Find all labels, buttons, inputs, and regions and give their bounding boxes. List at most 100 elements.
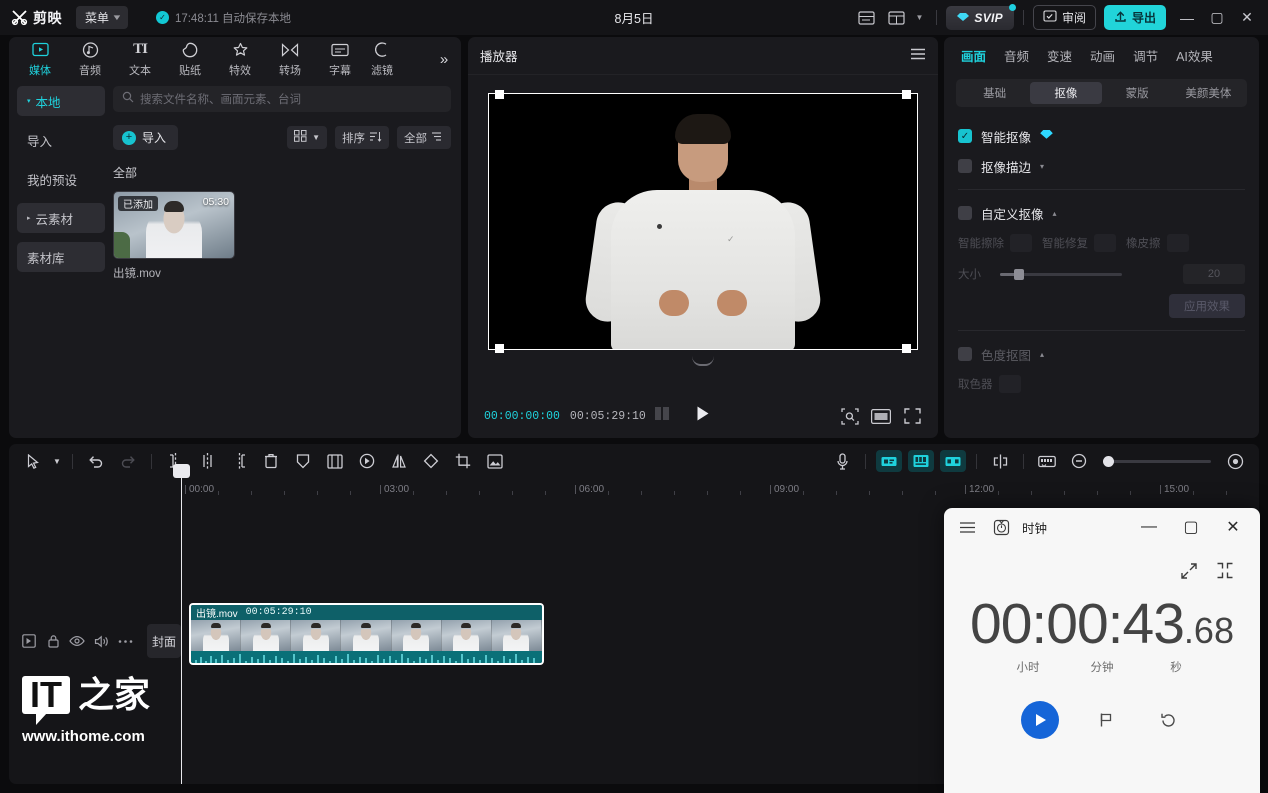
auto-cut-icon[interactable] [940, 450, 966, 472]
apply-effect-button[interactable]: 应用效果 [1169, 294, 1245, 318]
resize-handle-bottom-right[interactable] [902, 344, 911, 353]
more-tabs-button[interactable]: » [433, 49, 455, 69]
eye-icon[interactable] [65, 630, 89, 652]
svip-button[interactable]: SVIP [946, 6, 1014, 30]
search-input[interactable]: 搜索文件名称、画面元素、台词 [113, 86, 451, 112]
export-button[interactable]: 导出 [1104, 5, 1166, 30]
resize-handle-top-left[interactable] [495, 90, 504, 99]
layout-chevron-icon[interactable]: ▼ [911, 5, 927, 31]
zoom-in-icon[interactable] [1219, 446, 1251, 476]
import-button[interactable]: + 导入 [113, 125, 178, 150]
crop-frame-icon[interactable] [319, 446, 351, 476]
tool-smart-erase[interactable]: 智能擦除 [958, 234, 1032, 252]
tab-sticker[interactable]: 贴纸 [165, 38, 215, 80]
checkbox-unchecked-icon[interactable] [958, 347, 972, 361]
clock-close-button[interactable]: ✕ [1212, 511, 1254, 543]
layout-panel-icon[interactable] [851, 5, 881, 31]
play-button[interactable] [696, 405, 711, 427]
hamburger-menu-icon[interactable] [950, 512, 984, 542]
tab-adjust[interactable]: 调节 [1124, 38, 1167, 72]
rotate-icon[interactable] [415, 446, 447, 476]
keyframe-icon[interactable] [351, 446, 383, 476]
track-mode-icon[interactable] [17, 630, 41, 652]
sidebar-item-library[interactable]: 素材库 [17, 242, 105, 272]
color-picker[interactable]: 取色器 [958, 375, 1021, 393]
chevron-up-icon[interactable]: ▴ [1040, 350, 1044, 359]
chevron-down-icon[interactable]: ▾ [1040, 162, 1044, 171]
minimize-button[interactable]: — [1172, 4, 1202, 32]
tool-smart-repair[interactable]: 智能修复 [1042, 234, 1116, 252]
tab-effects[interactable]: 特效 [215, 38, 265, 80]
player-menu-icon[interactable] [910, 47, 926, 65]
compact-view-icon[interactable] [1216, 562, 1234, 585]
slider-handle[interactable] [1014, 269, 1024, 280]
mask-icon[interactable] [287, 446, 319, 476]
stopwatch-play-button[interactable] [1021, 701, 1059, 739]
clock-maximize-button[interactable]: ▢ [1170, 511, 1212, 543]
grid-view-button[interactable]: ▼ [287, 126, 327, 149]
stopwatch-lap-button[interactable] [1091, 705, 1121, 735]
sidebar-item-cloud[interactable]: ▸ 云素材 [17, 203, 105, 233]
subtab-basic[interactable]: 基础 [959, 82, 1030, 104]
close-button[interactable]: ✕ [1232, 4, 1262, 32]
expand-icon[interactable] [1180, 562, 1198, 585]
tab-filter[interactable]: 滤镜 [365, 38, 399, 80]
split-icon[interactable] [191, 446, 223, 476]
tool-eraser[interactable]: 橡皮擦 [1126, 234, 1189, 252]
zoom-slider-handle[interactable] [1103, 456, 1114, 467]
volume-icon[interactable] [89, 630, 113, 652]
more-icon[interactable] [113, 630, 137, 652]
subtab-beauty[interactable]: 美颜美体 [1173, 82, 1244, 104]
tab-ai-effects[interactable]: AI效果 [1167, 38, 1222, 72]
media-item[interactable]: 已添加 05:30 出镜.mov [113, 191, 235, 281]
option-smart-matting[interactable]: ✓ 智能抠像 [958, 121, 1245, 151]
tab-audio[interactable]: 音频 [65, 38, 115, 80]
checkbox-unchecked-icon[interactable] [958, 206, 972, 220]
filter-button[interactable]: 全部 [397, 126, 451, 149]
timeline-ruler[interactable]: 00:00 03:00 06:00 09:00 12:00 15:00 [181, 478, 1259, 504]
option-custom-matting[interactable]: 自定义抠像 ▴ [958, 198, 1245, 228]
tab-animation[interactable]: 动画 [1081, 38, 1124, 72]
sidebar-item-presets[interactable]: 我的预设 [17, 164, 105, 194]
delete-icon[interactable] [255, 446, 287, 476]
media-thumbnail[interactable]: 已添加 05:30 [113, 191, 235, 259]
cover-button[interactable]: 封面 [147, 624, 181, 658]
sidebar-item-import[interactable]: 导入 [17, 125, 105, 155]
playhead-handle[interactable] [173, 464, 190, 478]
subtab-mask[interactable]: 蒙版 [1102, 82, 1173, 104]
timecode-frames-icon[interactable] [655, 407, 671, 425]
caret-down-icon[interactable]: ▼ [49, 446, 65, 476]
preview-quality-icon[interactable] [840, 406, 860, 426]
option-matting-stroke[interactable]: 抠像描边 ▾ [958, 151, 1245, 181]
mirror-icon[interactable] [383, 446, 415, 476]
stopwatch-reset-button[interactable] [1153, 705, 1183, 735]
zoom-slider[interactable] [1103, 460, 1211, 463]
tab-subtitle[interactable]: 字幕 [315, 38, 365, 80]
layout-split-icon[interactable] [881, 5, 911, 31]
review-button[interactable]: 审阅 [1033, 5, 1096, 30]
undo-icon[interactable] [80, 446, 112, 476]
timeline-clip[interactable]: 出镜.mov 00:05:29:10 [189, 603, 544, 665]
menu-button[interactable]: 菜单 ▼ [76, 6, 128, 29]
tab-audio[interactable]: 音频 [995, 38, 1038, 72]
maximize-button[interactable]: ▢ [1202, 4, 1232, 32]
mic-icon[interactable] [826, 446, 858, 476]
lock-icon[interactable] [41, 630, 65, 652]
checkbox-checked-icon[interactable]: ✓ [958, 129, 972, 143]
tab-speed[interactable]: 变速 [1038, 38, 1081, 72]
select-icon[interactable] [17, 446, 49, 476]
tab-picture[interactable]: 画面 [952, 38, 995, 72]
aspect-ratio-icon[interactable] [871, 406, 891, 426]
tab-text[interactable]: TI 文本 [115, 38, 165, 80]
zoom-out-icon[interactable] [1063, 446, 1095, 476]
tab-media[interactable]: 媒体 [15, 38, 65, 80]
resize-handle-bottom-left[interactable] [495, 344, 504, 353]
tab-transition[interactable]: 转场 [265, 38, 315, 80]
link-icon[interactable] [984, 446, 1016, 476]
sidebar-item-local[interactable]: ▾ 本地 [17, 86, 105, 116]
chevron-up-icon[interactable]: ▴ [1053, 209, 1057, 218]
crop-icon[interactable] [447, 446, 479, 476]
option-chroma-key[interactable]: 色度抠图 ▴ [958, 339, 1245, 369]
auto-caption-icon[interactable] [876, 450, 902, 472]
playhead[interactable] [181, 474, 182, 784]
